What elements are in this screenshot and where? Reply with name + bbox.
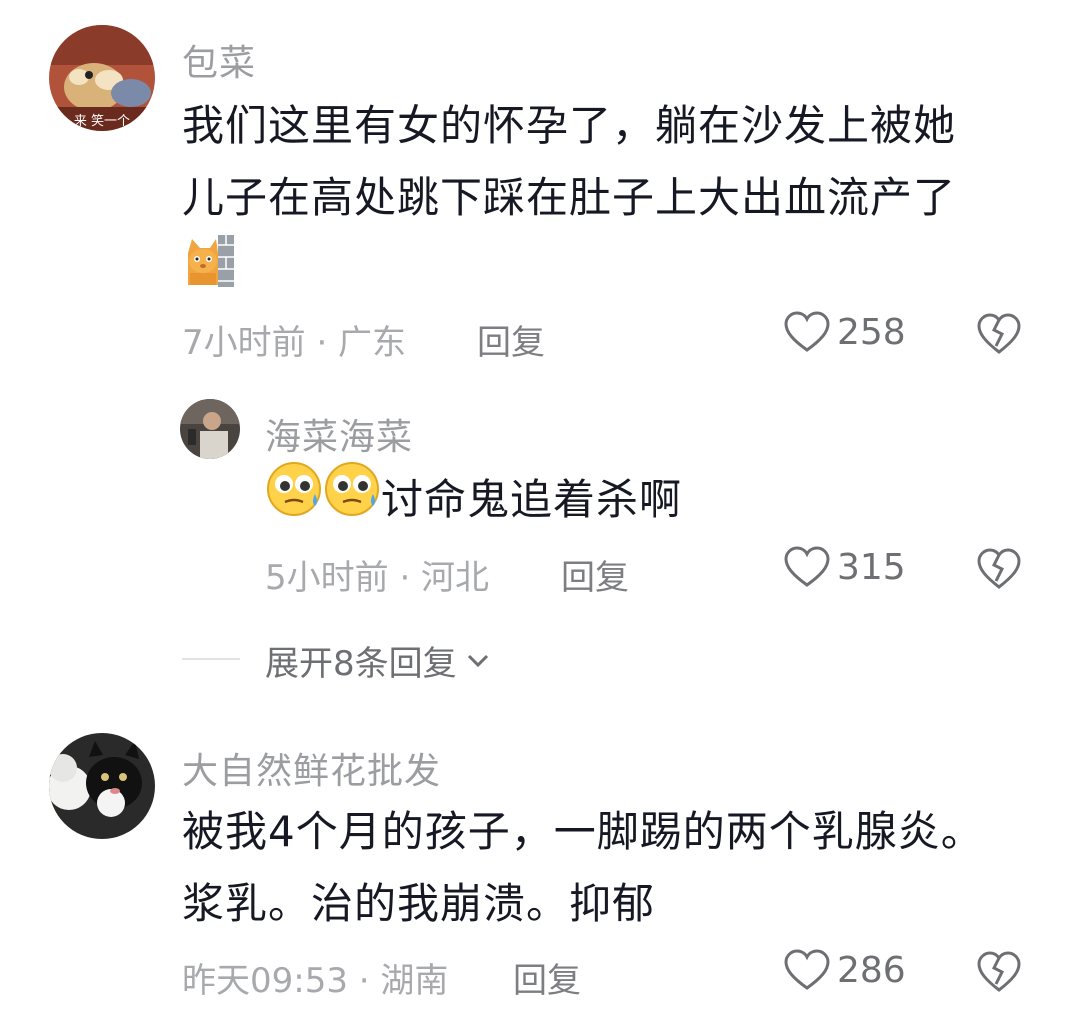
reply-meta: 5小时前 · 河北 — [265, 558, 490, 598]
like-count: 258 — [837, 311, 906, 353]
reply-button[interactable]: 回复 — [561, 550, 629, 599]
comment-item: 来 笑一个 包菜 我们这里有女的怀孕了，躺在沙发上被她 儿子在高处跳下踩在肚子上… — [0, 0, 1080, 684]
broken-heart-icon — [977, 548, 1021, 589]
avatar-tom-jerry-image: 来 笑一个 — [49, 25, 155, 131]
expand-replies-button[interactable]: 展开8条回复 — [265, 636, 493, 685]
avatar-person-image — [180, 399, 240, 459]
pleading-tear-face-emoji — [265, 460, 323, 540]
comment-text-line: 浆乳。治的我崩溃。抑郁 — [182, 879, 656, 928]
comment-meta: 7小时前 · 广东 — [182, 323, 407, 363]
expand-divider — [182, 658, 240, 660]
heart-outline-icon — [784, 949, 830, 990]
like-button[interactable]: 315 — [783, 545, 906, 589]
comment-text-line: 儿子在高处跳下踩在肚子上大出血流产了 — [182, 173, 957, 222]
chevron-down-icon — [467, 654, 488, 667]
like-button[interactable]: 258 — [783, 310, 906, 354]
avatar[interactable] — [49, 733, 155, 839]
like-count: 315 — [837, 546, 906, 588]
broken-heart-icon — [977, 951, 1021, 992]
dislike-button[interactable] — [976, 950, 1022, 994]
reply-button[interactable]: 回复 — [477, 315, 545, 364]
comment-meta: 昨天09:53 · 湖南 — [182, 961, 449, 1001]
reply-avatar[interactable] — [180, 399, 240, 459]
like-button[interactable]: 286 — [783, 948, 906, 992]
heart-outline-icon — [784, 311, 830, 352]
heart-outline-icon — [784, 546, 830, 587]
avatar-caption: 来 笑一个 — [74, 113, 130, 129]
cat-peeking-wall-sticker — [184, 233, 236, 287]
reply-text-line: 讨命鬼追着杀啊 — [265, 460, 682, 540]
comment-username[interactable]: 大自然鲜花批发 — [182, 742, 441, 794]
comment-text-line: 我们这里有女的怀孕了，躺在沙发上被她 — [182, 101, 957, 150]
dislike-button[interactable] — [976, 547, 1022, 591]
reply-text-content: 讨命鬼追着杀啊 — [381, 475, 683, 524]
pleading-tear-face-emoji — [323, 460, 381, 540]
reply-text: 讨命鬼追着杀啊 — [265, 460, 682, 540]
comment-text: 被我4个月的孩子，一脚踢的两个乳腺炎。 浆乳。治的我崩溃。抑郁 — [182, 796, 984, 940]
avatar-cat-flowers-image — [49, 733, 155, 839]
dislike-button[interactable] — [976, 312, 1022, 356]
comment-username[interactable]: 包菜 — [182, 34, 256, 86]
avatar[interactable]: 来 笑一个 — [49, 25, 155, 131]
comment-text-line: 被我4个月的孩子，一脚踢的两个乳腺炎。 — [182, 807, 984, 856]
like-count: 286 — [837, 949, 906, 991]
expand-replies-label: 展开8条回复 — [265, 644, 457, 684]
reply-button[interactable]: 回复 — [513, 953, 581, 1002]
reply-username[interactable]: 海菜海菜 — [265, 408, 413, 460]
broken-heart-icon — [977, 313, 1021, 354]
comment-text: 我们这里有女的怀孕了，躺在沙发上被她 儿子在高处跳下踩在肚子上大出血流产了 — [182, 90, 956, 234]
